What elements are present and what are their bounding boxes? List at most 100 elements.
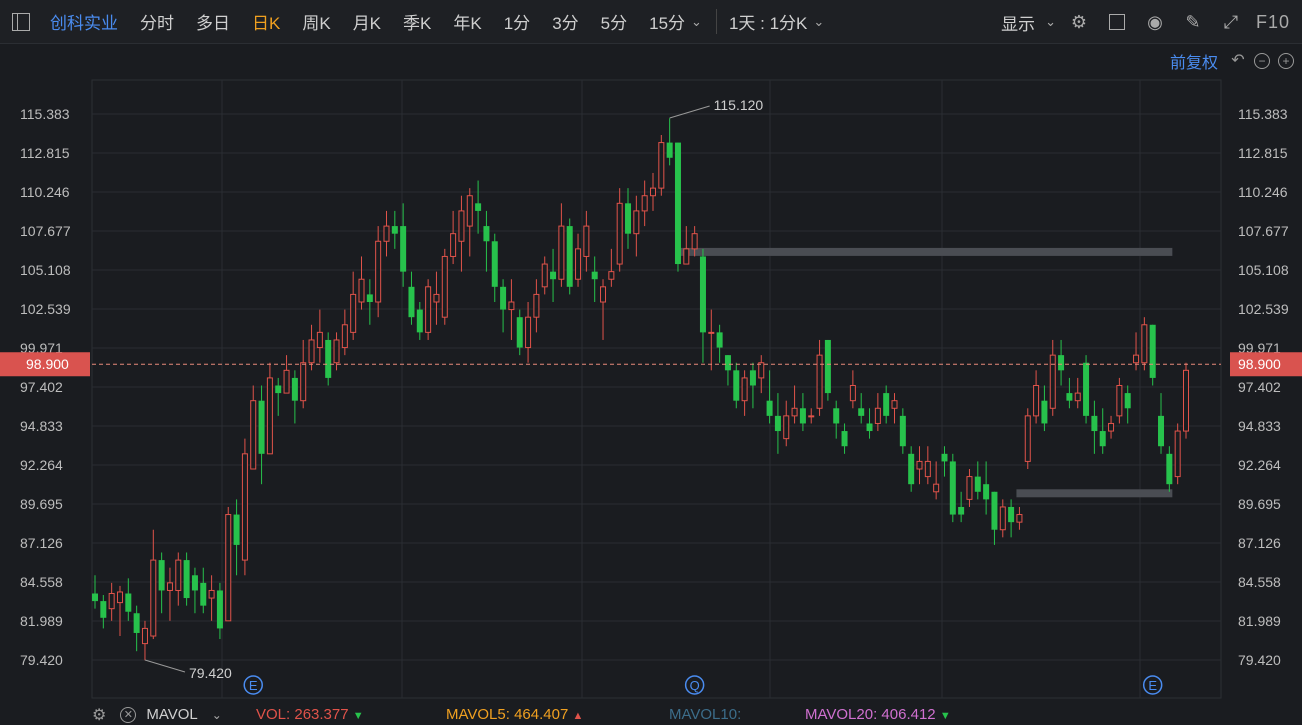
candle-body — [858, 408, 865, 416]
zoom-in-icon[interactable]: + — [1278, 53, 1294, 69]
low-leader-line — [144, 659, 186, 673]
layout-square-icon[interactable] — [1104, 9, 1130, 35]
mavol20-value: MAVOL20: 406.412 ▼ — [805, 706, 951, 723]
candle — [408, 271, 415, 325]
candle-body — [1116, 385, 1123, 417]
forward-adjust-toggle[interactable]: 前复权 — [1170, 49, 1218, 73]
tab-1min[interactable]: 1分 — [504, 9, 530, 34]
candle — [316, 309, 323, 363]
candle-body — [92, 593, 98, 602]
event-marker-label: Q — [690, 678, 700, 693]
more-periods-chevron-down-icon[interactable]: ⌄ — [691, 14, 702, 30]
y-tick-label-right: 97.402 — [1238, 379, 1281, 395]
candle-body — [833, 408, 840, 424]
candle — [1066, 377, 1073, 409]
candle — [849, 370, 856, 409]
close-indicator-icon[interactable]: ✕ — [120, 706, 137, 723]
reset-icon[interactable]: ↶ — [1230, 53, 1246, 69]
candle-body — [1016, 514, 1023, 523]
candle-body — [133, 613, 140, 633]
candle-body — [500, 286, 507, 310]
candle — [525, 302, 532, 363]
candle — [200, 567, 207, 614]
candle — [108, 582, 115, 621]
candle-body — [583, 225, 590, 257]
resistance-line — [1016, 489, 1173, 498]
candlestick-chart[interactable]: 115.383 112.815 110.246 107.677 105.108 102.5… — [0, 78, 1302, 703]
settings-gear-icon[interactable]: ⚙ — [1066, 9, 1092, 35]
candle — [1108, 415, 1115, 439]
candle-body — [949, 461, 956, 515]
candle — [791, 385, 798, 424]
indicator-chevron-down-icon[interactable]: ⌄ — [212, 708, 222, 722]
candle — [766, 370, 773, 424]
candle — [708, 309, 715, 371]
candle-body — [933, 483, 940, 493]
tab-5min[interactable]: 5分 — [601, 9, 627, 34]
display-menu[interactable]: 显示 — [1001, 10, 1035, 35]
candle — [1124, 385, 1131, 424]
candle-body — [741, 377, 748, 402]
candle-body — [608, 271, 615, 280]
zoom-out-icon[interactable]: − — [1254, 53, 1270, 69]
f10-button[interactable]: F10 — [1256, 12, 1290, 33]
candle-body — [766, 400, 773, 416]
tab-yearly-k[interactable]: 年K — [453, 9, 481, 34]
candle-body — [783, 415, 790, 440]
candle-body — [758, 362, 765, 379]
candle-body — [691, 233, 698, 250]
candle — [991, 491, 998, 545]
camera-icon[interactable]: ◉ — [1142, 9, 1168, 35]
candle-body — [625, 203, 632, 234]
candle — [308, 324, 315, 371]
tab-quarterly-k[interactable]: 季K — [403, 9, 431, 34]
indicator-name[interactable]: MAVOL — [146, 706, 197, 723]
range-chevron-down-icon[interactable]: ⌄ — [813, 14, 824, 30]
tab-15min[interactable]: 15分 — [649, 9, 685, 34]
candle — [1091, 400, 1098, 454]
candle — [999, 499, 1006, 538]
candle — [1174, 423, 1181, 485]
mavol20-down-arrow-icon: ▼ — [939, 710, 951, 722]
fullscreen-expand-icon[interactable]: ⤢ — [1218, 9, 1244, 35]
candle — [141, 620, 148, 661]
candle-body — [1058, 355, 1065, 371]
tab-weekly-k[interactable]: 周K — [302, 9, 330, 34]
tab-daily-k[interactable]: 日K — [252, 9, 280, 34]
range-selector[interactable]: 1天 : 1分K — [715, 9, 807, 34]
candle-body — [533, 293, 540, 318]
y-tick-label-right: 89.695 — [1238, 496, 1281, 512]
candle — [783, 400, 790, 447]
candle — [391, 210, 398, 249]
y-tick-label-right: 87.126 — [1238, 535, 1281, 551]
tab-3min[interactable]: 3分 — [552, 9, 578, 34]
candle-body — [716, 332, 723, 348]
candle-body — [1024, 415, 1031, 462]
candle — [974, 461, 981, 500]
candle-body — [166, 582, 173, 591]
candle-body — [550, 271, 557, 280]
y-tick-label-left: 97.402 — [20, 379, 63, 395]
candle-body — [1158, 415, 1165, 447]
pencil-draw-icon[interactable]: ✎ — [1180, 9, 1206, 35]
tab-intraday[interactable]: 分时 — [140, 9, 174, 34]
candle-body — [425, 286, 432, 333]
candle — [100, 595, 107, 629]
sidebar-toggle-icon[interactable] — [12, 12, 30, 31]
candle-body — [1149, 324, 1156, 378]
candle-body — [908, 453, 915, 485]
candle-body — [591, 271, 598, 280]
indicator-settings-gear-icon[interactable]: ⚙ — [92, 705, 106, 725]
candle-body — [749, 370, 756, 386]
candle-body — [1174, 430, 1181, 478]
candle — [591, 256, 598, 303]
y-tick-label-left: 110.246 — [20, 184, 70, 200]
tab-multi-day[interactable]: 多日 — [196, 9, 230, 34]
candle — [916, 446, 923, 485]
candle — [433, 271, 440, 325]
stock-title[interactable]: 创科实业 — [50, 9, 118, 34]
display-chevron-down-icon[interactable]: ⌄ — [1045, 14, 1056, 30]
candle-body — [541, 263, 548, 288]
tab-monthly-k[interactable]: 月K — [353, 9, 381, 34]
candle — [816, 339, 823, 416]
